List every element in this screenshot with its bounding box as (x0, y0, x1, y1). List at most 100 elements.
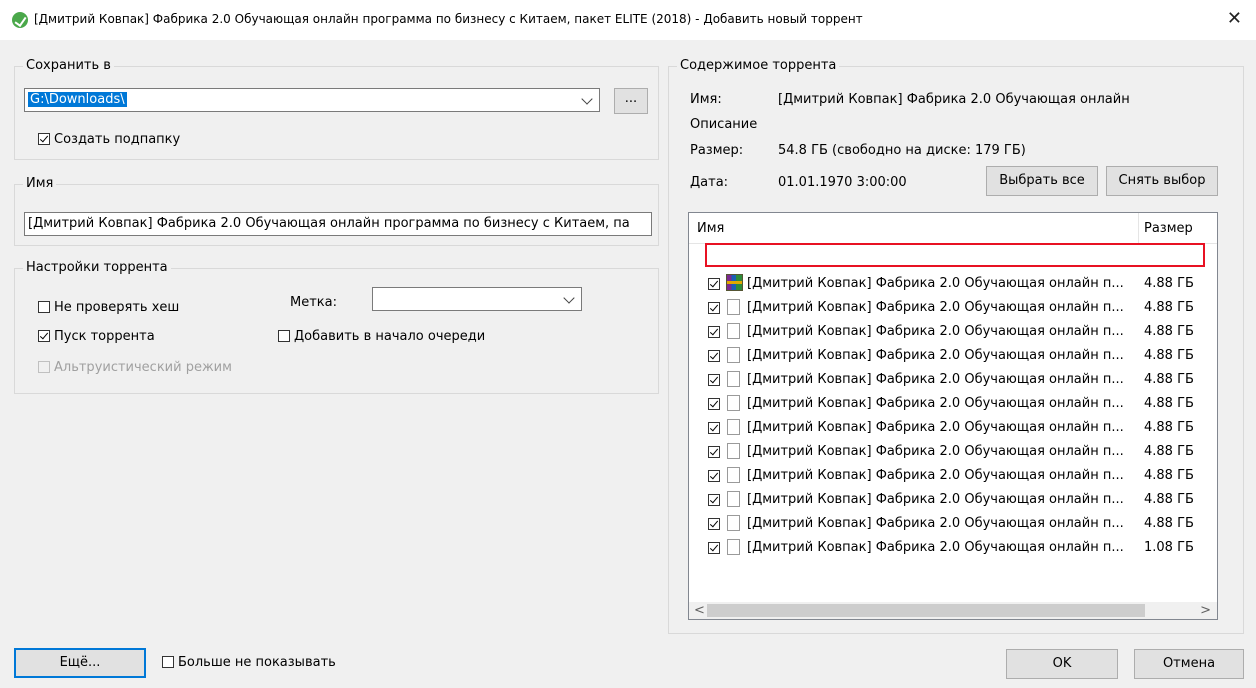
table-row[interactable]: [Дмитрий Ковпак] Фабрика 2.0 Обучающая о… (689, 320, 1217, 344)
file-name: [Дмитрий Ковпак] Фабрика 2.0 Обучающая о… (747, 396, 1124, 411)
checkbox-checked-icon[interactable] (708, 446, 720, 458)
add-to-queue-top-checkbox[interactable]: Добавить в начало очереди (278, 329, 485, 344)
checkbox-checked-icon[interactable] (708, 398, 720, 410)
create-subfolder-label: Создать подпапку (54, 132, 181, 147)
file-name: [Дмитрий Ковпак] Фабрика 2.0 Обучающая о… (747, 372, 1124, 387)
checkbox-checked-icon[interactable] (708, 542, 720, 554)
column-header-name[interactable]: Имя (697, 221, 724, 236)
file-icon (727, 491, 740, 507)
table-row[interactable]: [Дмитрий Ковпак] Фабрика 2.0 Обучающая о… (689, 488, 1217, 512)
chevron-down-icon[interactable] (581, 93, 593, 105)
close-icon[interactable]: ✕ (1227, 8, 1242, 29)
scrollbar-thumb[interactable] (707, 604, 1145, 617)
checkbox-checked-icon[interactable] (708, 374, 720, 386)
checkbox-disabled-icon (38, 361, 50, 373)
column-header-size[interactable]: Размер (1144, 221, 1193, 236)
file-size: 4.88 ГБ (1144, 276, 1194, 291)
file-name: [Дмитрий Ковпак] Фабрика 2.0 Обучающая о… (747, 444, 1124, 459)
file-icon (727, 419, 740, 435)
file-list[interactable]: Имя Размер [Дмитрий Ковпак] Фабрика 2.0 … (688, 212, 1218, 620)
table-row[interactable]: [Дмитрий Ковпак] Фабрика 2.0 Обучающая о… (689, 512, 1217, 536)
more-button[interactable]: Ещё... (14, 648, 146, 678)
file-icon (727, 515, 740, 531)
skip-hash-checkbox[interactable]: Не проверять хеш (38, 300, 179, 315)
checkbox-unchecked-icon[interactable] (162, 656, 174, 668)
create-subfolder-checkbox[interactable]: Создать подпапку (38, 132, 180, 147)
label-caption: Метка: (290, 295, 337, 310)
checkbox-checked-icon[interactable] (708, 326, 720, 338)
table-row[interactable]: [Дмитрий Ковпак] Фабрика 2.0 Обучающая о… (689, 392, 1217, 416)
content-desc-label: Описание (690, 117, 758, 132)
save-path-text: G:\Downloads\ (28, 92, 127, 107)
file-size: 4.88 ГБ (1144, 492, 1194, 507)
checkbox-checked-icon[interactable] (708, 302, 720, 314)
file-size: 4.88 ГБ (1144, 444, 1194, 459)
file-size: 1.08 ГБ (1144, 540, 1194, 555)
deselect-all-button[interactable]: Снять выбор (1106, 166, 1218, 196)
table-row[interactable]: [Дмитрий Ковпак] Фабрика 2.0 Обучающая о… (689, 272, 1217, 296)
file-name: [Дмитрий Ковпак] Фабрика 2.0 Обучающая о… (747, 324, 1124, 339)
settings-legend: Настройки торрента (23, 260, 171, 275)
file-name: [Дмитрий Ковпак] Фабрика 2.0 Обучающая о… (747, 540, 1124, 555)
file-name: [Дмитрий Ковпак] Фабрика 2.0 Обучающая о… (747, 420, 1124, 435)
table-row[interactable]: [Дмитрий Ковпак] Фабрика 2.0 Обучающая о… (689, 536, 1217, 560)
checkbox-checked-icon[interactable] (38, 330, 50, 342)
file-icon (727, 299, 740, 315)
file-icon (727, 467, 740, 483)
horizontal-scrollbar[interactable]: < > (689, 602, 1217, 619)
checkbox-unchecked-icon[interactable] (278, 330, 290, 342)
add-to-queue-top-label: Добавить в начало очереди (294, 329, 486, 344)
start-torrent-checkbox[interactable]: Пуск торрента (38, 329, 155, 344)
content-size-label: Размер: (690, 143, 744, 158)
file-name: [Дмитрий Ковпак] Фабрика 2.0 Обучающая о… (747, 348, 1124, 363)
file-icon (727, 347, 740, 363)
checkbox-checked-icon[interactable] (708, 422, 720, 434)
file-size: 4.88 ГБ (1144, 516, 1194, 531)
file-icon (727, 539, 740, 555)
save-path-combo[interactable]: G:\Downloads\ (24, 88, 600, 112)
file-name: [Дмитрий Ковпак] Фабрика 2.0 Обучающая о… (747, 492, 1124, 507)
chevron-down-icon[interactable] (563, 292, 575, 304)
ok-button[interactable]: OK (1006, 649, 1118, 679)
file-size: 4.88 ГБ (1144, 348, 1194, 363)
table-row[interactable]: [Дмитрий Ковпак] Фабрика 2.0 Обучающая о… (689, 464, 1217, 488)
select-all-button[interactable]: Выбрать все (986, 166, 1098, 196)
rar-archive-icon (726, 274, 743, 291)
scroll-right-icon[interactable]: > (1200, 603, 1211, 618)
checkbox-checked-icon[interactable] (708, 278, 720, 290)
altruistic-mode-checkbox[interactable]: Альтруистический режим (38, 360, 232, 375)
file-icon (727, 323, 740, 339)
window-title: [Дмитрий Ковпак] Фабрика 2.0 Обучающая о… (34, 12, 863, 26)
table-row[interactable]: [Дмитрий Ковпак] Фабрика 2.0 Обучающая о… (689, 416, 1217, 440)
table-row[interactable]: [Дмитрий Ковпак] Фабрика 2.0 Обучающая о… (689, 296, 1217, 320)
column-divider[interactable] (1138, 213, 1139, 243)
file-filter-input[interactable] (705, 243, 1205, 267)
dont-show-again-checkbox[interactable]: Больше не показывать (162, 655, 336, 670)
checkbox-checked-icon[interactable] (38, 133, 50, 145)
save-to-legend: Сохранить в (23, 58, 114, 73)
table-row[interactable]: [Дмитрий Ковпак] Фабрика 2.0 Обучающая о… (689, 440, 1217, 464)
scroll-left-icon[interactable]: < (694, 603, 705, 618)
content-name-value: [Дмитрий Ковпак] Фабрика 2.0 Обучающая о… (778, 92, 1130, 107)
file-icon (727, 443, 740, 459)
file-name: [Дмитрий Ковпак] Фабрика 2.0 Обучающая о… (747, 516, 1124, 531)
file-size: 4.88 ГБ (1144, 420, 1194, 435)
file-size: 4.88 ГБ (1144, 468, 1194, 483)
content-legend: Содержимое торрента (677, 58, 840, 73)
checkbox-checked-icon[interactable] (708, 350, 720, 362)
skip-hash-label: Не проверять хеш (54, 300, 180, 315)
checkbox-checked-icon[interactable] (708, 470, 720, 482)
browse-button[interactable]: ... (614, 88, 648, 114)
name-legend: Имя (23, 176, 57, 191)
table-row[interactable]: [Дмитрий Ковпак] Фабрика 2.0 Обучающая о… (689, 368, 1217, 392)
table-row[interactable]: [Дмитрий Ковпак] Фабрика 2.0 Обучающая о… (689, 344, 1217, 368)
label-combo[interactable] (372, 287, 582, 311)
file-list-header: Имя Размер (689, 213, 1217, 244)
checkbox-unchecked-icon[interactable] (38, 301, 50, 313)
checkbox-checked-icon[interactable] (708, 494, 720, 506)
file-size: 4.88 ГБ (1144, 324, 1194, 339)
file-size: 4.88 ГБ (1144, 300, 1194, 315)
checkbox-checked-icon[interactable] (708, 518, 720, 530)
torrent-name-input[interactable]: [Дмитрий Ковпак] Фабрика 2.0 Обучающая о… (24, 212, 652, 236)
cancel-button[interactable]: Отмена (1134, 649, 1244, 679)
